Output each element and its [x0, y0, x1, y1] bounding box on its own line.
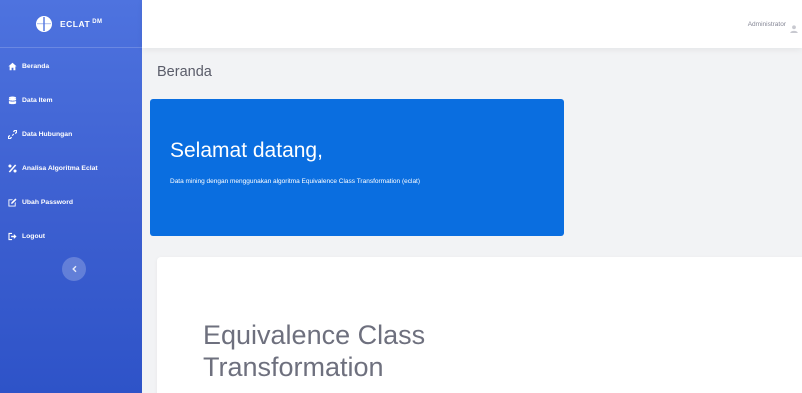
page-title: Beranda: [157, 64, 212, 80]
link-icon: [8, 129, 17, 139]
sidebar-item-ubah-password[interactable]: Ubah Password: [0, 185, 142, 219]
topbar: Administrator: [142, 0, 802, 48]
brand-logo-icon: [36, 15, 52, 32]
hero-card: Equivalence Class Transformation: [157, 257, 802, 393]
brand-name: ECLAT DM: [60, 18, 103, 29]
user-icon[interactable]: [790, 20, 798, 33]
sidebar-item-analisa-algoritma-eclat[interactable]: Analisa Algoritma Eclat: [0, 151, 142, 185]
welcome-card: Selamat datang, Data mining dengan mengg…: [150, 99, 564, 236]
sidebar-item-label: Beranda: [22, 62, 50, 70]
sidebar-item-data-hubungan[interactable]: Data Hubungan: [0, 117, 142, 151]
sidebar-menu: Beranda Data Item Data Hubungan Analisa …: [0, 49, 142, 253]
home-icon: [8, 62, 17, 71]
sidebar-item-data-item[interactable]: Data Item: [0, 83, 142, 117]
sidebar-item-label: Logout: [22, 232, 46, 240]
welcome-title: Selamat datang,: [170, 139, 323, 162]
brand-suffix: DM: [92, 18, 103, 25]
edit-icon: [8, 197, 17, 207]
chevron-left-icon: [70, 265, 78, 273]
percent-icon: [8, 163, 17, 173]
sidebar-item-label: Data Item: [22, 96, 53, 104]
sidebar-item-label: Analisa Algoritma Eclat: [22, 164, 98, 172]
sidebar-item-logout[interactable]: Logout: [0, 219, 142, 253]
logout-icon: [8, 232, 17, 241]
sidebar-item-beranda[interactable]: Beranda: [0, 49, 142, 83]
hero-title: Equivalence Class Transformation: [203, 320, 426, 383]
sidebar-item-label: Data Hubungan: [22, 130, 73, 138]
sidebar: ECLAT DM Beranda Data Item Data Hubungan …: [0, 0, 142, 393]
sidebar-item-label: Ubah Password: [22, 198, 73, 206]
database-icon: [8, 95, 17, 105]
sidebar-toggle-button[interactable]: [62, 257, 86, 281]
user-name[interactable]: Administrator: [748, 21, 786, 28]
welcome-subtitle: Data mining dengan menggunakan algoritma…: [170, 178, 421, 185]
brand[interactable]: ECLAT DM: [0, 0, 142, 48]
